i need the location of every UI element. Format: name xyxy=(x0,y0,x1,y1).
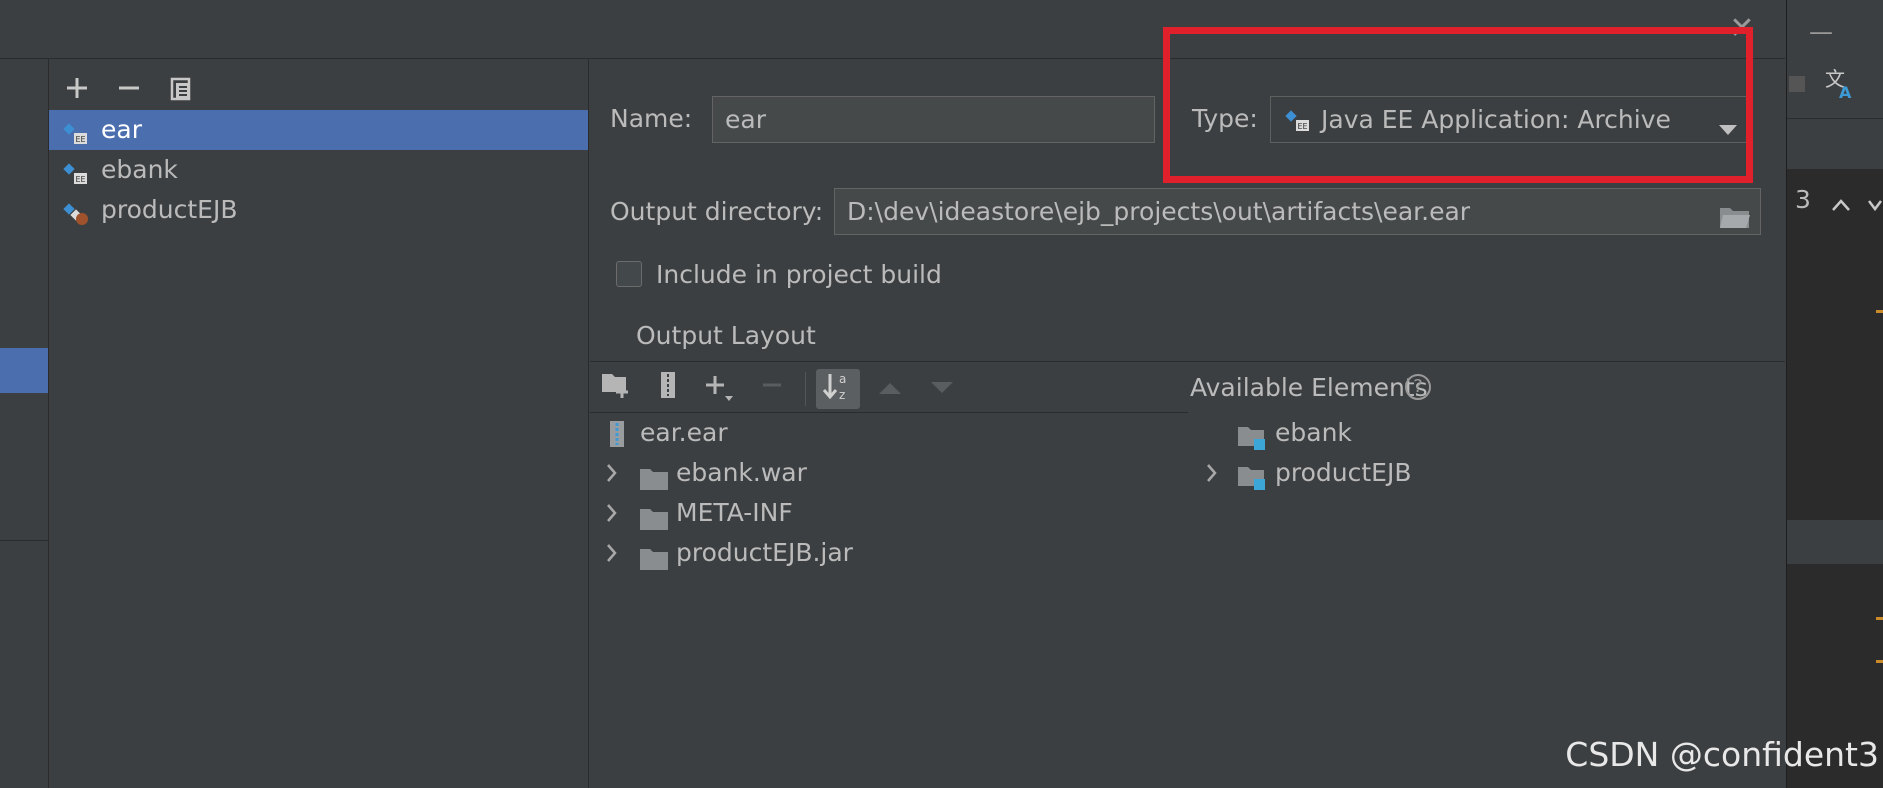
background-toolbar: — 文A xyxy=(1787,0,1883,118)
toolbar-separator xyxy=(805,372,806,406)
change-marker xyxy=(1876,660,1883,663)
name-label: Name: xyxy=(610,104,693,133)
include-in-build-checkbox[interactable] xyxy=(616,261,642,287)
folder-icon xyxy=(640,502,668,530)
nav-selected-item[interactable] xyxy=(0,348,48,393)
watermark-text: CSDN @confident3 xyxy=(1565,735,1879,774)
include-in-build-label: Include in project build xyxy=(656,260,942,289)
remove-icon[interactable] xyxy=(754,370,790,406)
artifact-item-ear[interactable]: EE ear xyxy=(49,110,588,150)
minimize-icon[interactable]: — xyxy=(1809,18,1833,46)
artifact-item-label: ebank xyxy=(101,155,178,184)
module-folder-icon xyxy=(1238,462,1268,502)
tree-row-label: META-INF xyxy=(676,498,793,527)
create-archive-icon[interactable] xyxy=(650,370,686,406)
output-directory-input[interactable]: D:\dev\ideastore\ejb_projects\out\artifa… xyxy=(834,188,1761,235)
output-directory-value: D:\dev\ideastore\ejb_projects\out\artifa… xyxy=(847,197,1471,226)
svg-text:a: a xyxy=(839,372,846,386)
java-ee-module-icon: EE xyxy=(63,118,87,144)
folder-icon xyxy=(640,462,668,490)
java-ee-module-icon: EE xyxy=(63,158,87,184)
chevron-right-icon[interactable] xyxy=(605,533,619,587)
artifact-item-label: ear xyxy=(101,115,142,144)
available-item-label: ebank xyxy=(1275,418,1352,447)
name-input[interactable]: ear xyxy=(712,96,1155,143)
stop-icon[interactable] xyxy=(1789,76,1805,92)
create-directory-icon[interactable] xyxy=(598,370,634,406)
available-item-label: productEJB xyxy=(1275,458,1412,487)
browse-folder-icon[interactable] xyxy=(1719,199,1751,244)
help-icon[interactable]: ? xyxy=(1405,374,1431,400)
add-copy-icon[interactable] xyxy=(702,370,738,406)
change-marker xyxy=(1876,617,1883,620)
tree-row-label: productEJB.jar xyxy=(676,538,853,567)
background-ide-window: — 文A 3 xyxy=(1786,0,1883,788)
artifact-item-ebank[interactable]: EE ebank xyxy=(49,150,588,190)
svg-text:A: A xyxy=(1839,83,1852,100)
artifact-item-label: productEJB xyxy=(101,195,238,224)
chevron-right-icon[interactable] xyxy=(1205,453,1219,507)
tree-row-label: ear.ear xyxy=(640,418,728,447)
artifacts-list-panel: EE ear EE ebank productEJB xyxy=(49,59,589,788)
move-down-icon[interactable] xyxy=(924,370,960,406)
svg-text:EE: EE xyxy=(76,135,86,144)
nav-divider xyxy=(0,540,48,541)
sort-alphabetically-icon[interactable]: az xyxy=(816,369,860,409)
match-counter: 3 xyxy=(1795,185,1811,214)
svg-text:EE: EE xyxy=(76,175,86,184)
folder-icon xyxy=(640,542,668,570)
tab-output-layout[interactable]: Output Layout xyxy=(636,321,816,350)
module-folder-icon xyxy=(1238,422,1268,462)
artifact-item-productejb[interactable]: productEJB xyxy=(49,190,588,230)
settings-nav-strip xyxy=(0,59,49,788)
translate-icon[interactable]: 文A xyxy=(1823,66,1857,106)
available-elements-title: Available Elements xyxy=(1190,373,1428,402)
tree-row-label: ebank.war xyxy=(676,458,807,487)
chevron-down-icon[interactable] xyxy=(1867,189,1883,218)
chevron-up-icon[interactable] xyxy=(1831,189,1851,218)
add-artifact-icon[interactable] xyxy=(59,70,95,106)
remove-artifact-icon[interactable] xyxy=(111,70,147,106)
background-search-bar: 3 xyxy=(1787,118,1883,214)
svg-text:z: z xyxy=(839,388,845,402)
highlight-box xyxy=(1163,27,1753,183)
copy-artifact-icon[interactable] xyxy=(163,70,199,106)
background-panel-header xyxy=(1787,520,1883,564)
tab-divider xyxy=(590,361,1785,362)
change-marker xyxy=(1876,310,1883,313)
output-directory-label: Output directory: xyxy=(610,197,824,226)
ejb-module-icon xyxy=(63,198,88,225)
move-up-icon[interactable] xyxy=(872,370,908,406)
